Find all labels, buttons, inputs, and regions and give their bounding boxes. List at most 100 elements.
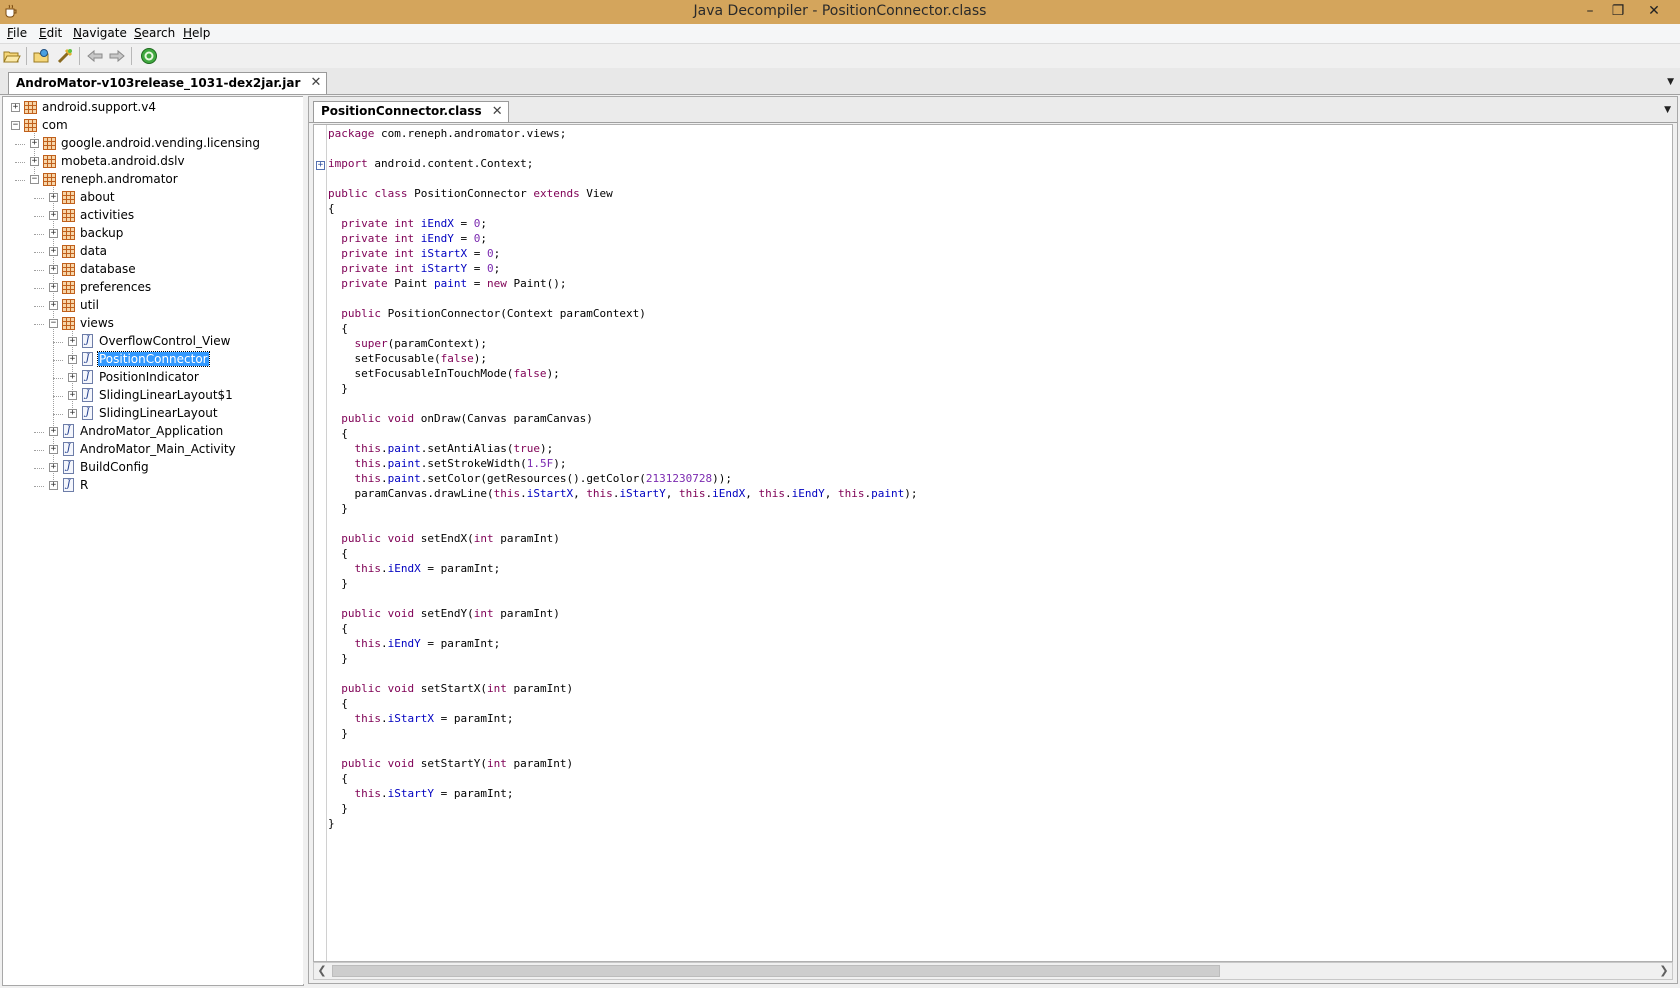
close-icon[interactable]: ✕ (310, 73, 321, 93)
tree-package-node[interactable]: − reneph.andromator (3, 171, 301, 189)
expand-icon[interactable]: + (49, 301, 58, 310)
class-tab[interactable]: PositionConnector.class ✕ (313, 101, 509, 122)
restore-button[interactable]: ❐ (1604, 0, 1632, 24)
tree-package-node[interactable]: + data (3, 243, 301, 261)
tree-package-node[interactable]: + backup (3, 225, 301, 243)
expand-icon[interactable]: + (49, 445, 58, 454)
expand-icon[interactable]: + (49, 463, 58, 472)
code-token: 1.5F (526, 457, 554, 470)
open-file-icon[interactable] (3, 47, 21, 65)
collapse-icon[interactable]: − (11, 121, 20, 130)
tree-package-node[interactable]: − com (3, 117, 301, 135)
code-token: (paramContext); (387, 337, 487, 350)
menu-search[interactable]: Search (134, 26, 175, 40)
expand-icon[interactable]: + (49, 229, 58, 238)
minimize-button[interactable]: – (1576, 0, 1604, 24)
code-token: setFocusableInTouchMode( (328, 367, 514, 380)
panel-splitter[interactable] (303, 96, 307, 984)
collapse-icon[interactable]: − (49, 319, 58, 328)
tree-guide-line (53, 396, 63, 397)
open-type-icon[interactable] (33, 47, 51, 65)
expand-icon[interactable]: + (68, 409, 77, 418)
collapse-icon[interactable]: − (30, 175, 39, 184)
tree-package-node[interactable]: − views (3, 315, 301, 333)
expand-icon[interactable]: + (68, 391, 77, 400)
expand-icon[interactable]: + (49, 265, 58, 274)
expand-icon[interactable]: + (49, 427, 58, 436)
scroll-right-icon[interactable]: ❯ (1656, 963, 1672, 979)
code-token: , (824, 487, 839, 500)
tree-package-node[interactable]: + android.support.v4 (3, 99, 301, 117)
window-title: Java Decompiler - PositionConnector.clas… (693, 3, 987, 19)
expand-imports-icon[interactable]: + (316, 161, 325, 170)
expand-icon[interactable]: + (11, 103, 20, 112)
tree-class-node[interactable]: + J PositionConnector (3, 351, 301, 369)
tree-class-node[interactable]: + J AndroMator_Application (3, 423, 301, 441)
tree-class-node[interactable]: + J SlidingLinearLayout (3, 405, 301, 423)
tree-package-node[interactable]: + mobeta.android.dslv (3, 153, 301, 171)
tree-package-node[interactable]: + preferences (3, 279, 301, 297)
code-line: { (328, 771, 918, 786)
package-icon (62, 263, 75, 276)
tab-list-dropdown-icon[interactable]: ▼ (1664, 105, 1671, 115)
source-code-view[interactable]: + package com.reneph.andromator.views; i… (313, 124, 1673, 962)
code-token: { (328, 547, 348, 560)
expand-icon[interactable]: + (68, 355, 77, 364)
code-token: paramInt) (506, 757, 574, 770)
tree-package-node[interactable]: + util (3, 297, 301, 315)
code-line: { (328, 621, 918, 636)
expand-icon[interactable]: + (30, 139, 39, 148)
expand-icon[interactable]: + (30, 157, 39, 166)
code-token: ); (473, 352, 487, 365)
expand-icon[interactable]: + (49, 283, 58, 292)
menu-edit[interactable]: Edit (39, 26, 62, 40)
code-token: = paramInt; (433, 787, 514, 800)
tree-guide-line (34, 270, 44, 271)
code-token: iEndY (791, 487, 825, 500)
horizontal-scrollbar[interactable]: ❮ ❯ (313, 962, 1673, 980)
code-token: false (513, 367, 547, 380)
code-token: ; (493, 247, 501, 260)
forward-icon[interactable] (108, 47, 126, 65)
code-line: public PositionConnector(Context paramCo… (328, 306, 918, 321)
expand-icon[interactable]: + (49, 211, 58, 220)
menu-file[interactable]: File (7, 26, 27, 40)
tree-class-node[interactable]: + J AndroMator_Main_Activity (3, 441, 301, 459)
menu-help[interactable]: Help (183, 26, 210, 40)
tree-package-node[interactable]: + activities (3, 207, 301, 225)
tree-class-node[interactable]: + J R (3, 477, 301, 495)
code-line: { (328, 201, 918, 216)
code-line: { (328, 321, 918, 336)
about-icon[interactable] (140, 47, 158, 65)
close-window-button[interactable]: ✕ (1640, 0, 1668, 24)
tree-node-label: android.support.v4 (42, 100, 156, 114)
scrollbar-thumb[interactable] (332, 965, 1220, 977)
code-token: .setStrokeWidth( (420, 457, 527, 470)
menu-navigate[interactable]: Navigate (73, 26, 127, 40)
expand-icon[interactable]: + (49, 193, 58, 202)
code-token: . (381, 637, 388, 650)
jar-tab[interactable]: AndroMator-v103release_1031-dex2jar.jar … (8, 72, 328, 94)
tree-package-node[interactable]: + database (3, 261, 301, 279)
tree-class-node[interactable]: + J PositionIndicator (3, 369, 301, 387)
close-icon[interactable]: ✕ (492, 102, 503, 121)
scroll-left-icon[interactable]: ❮ (314, 963, 330, 979)
code-line: this.paint.setStrokeWidth(1.5F); (328, 456, 918, 471)
code-token: this (354, 562, 382, 575)
tree-class-node[interactable]: + J OverflowControl_View (3, 333, 301, 351)
tree-package-node[interactable]: + google.android.vending.licensing (3, 135, 301, 153)
expand-icon[interactable]: + (49, 481, 58, 490)
expand-icon[interactable]: + (49, 247, 58, 256)
tree-class-node[interactable]: + J SlidingLinearLayout$1 (3, 387, 301, 405)
expand-icon[interactable]: + (68, 337, 77, 346)
tree-node-label: AndroMator_Application (80, 424, 224, 438)
tree-package-node[interactable]: + about (3, 189, 301, 207)
tree-class-node[interactable]: + J BuildConfig (3, 459, 301, 477)
code-line: } (328, 801, 918, 816)
tab-list-dropdown-icon[interactable]: ▼ (1667, 77, 1674, 87)
back-icon[interactable] (86, 47, 104, 65)
expand-icon[interactable]: + (68, 373, 77, 382)
open-type-hierarchy-icon[interactable] (56, 47, 74, 65)
